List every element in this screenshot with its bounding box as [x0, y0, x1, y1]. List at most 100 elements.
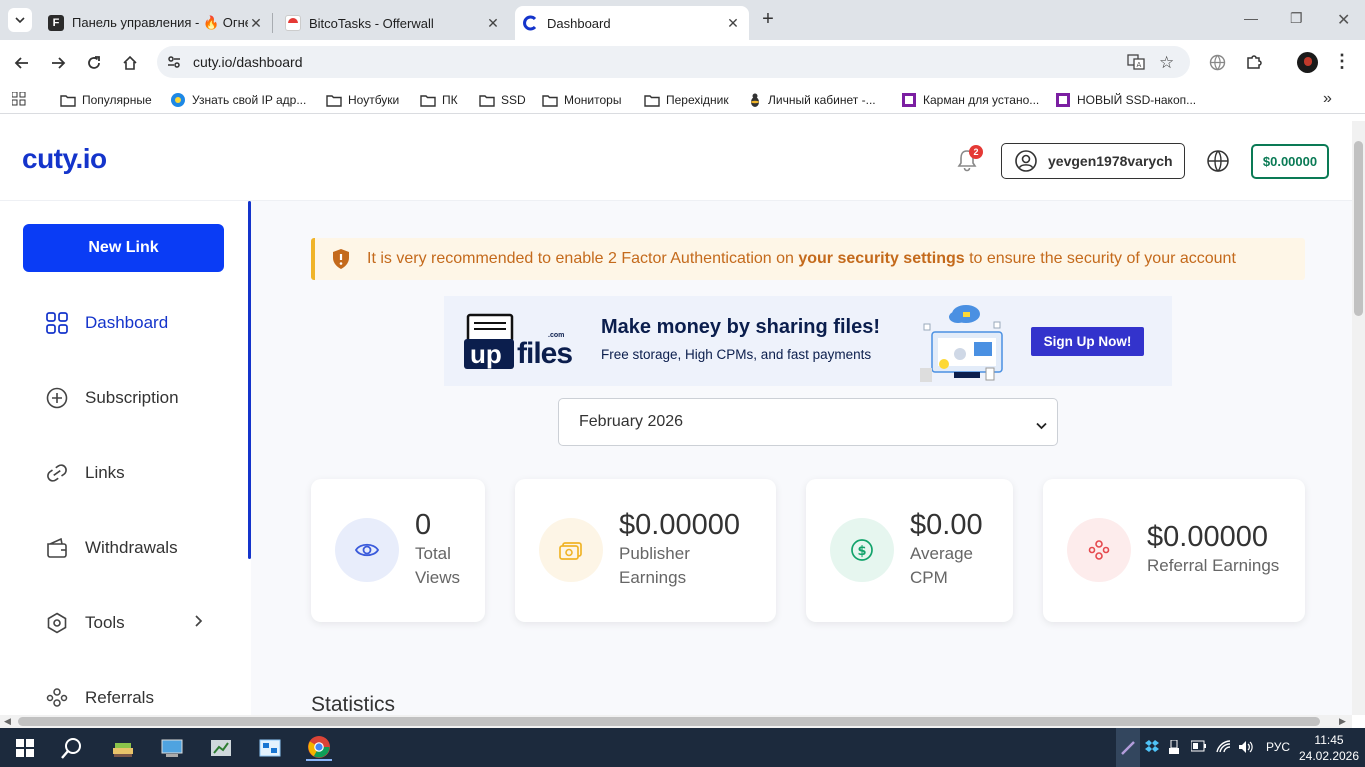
tray-pen-icon[interactable] — [1116, 728, 1140, 767]
forward-button[interactable] — [46, 51, 70, 75]
close-icon[interactable]: ✕ — [485, 15, 501, 31]
site-info-icon[interactable] — [166, 54, 182, 75]
bookmark-karman[interactable]: Карман для устано... — [901, 91, 1039, 109]
sidebar-item-withdrawals[interactable]: Withdrawals — [45, 533, 225, 563]
cuty-icon — [523, 15, 539, 31]
profile-avatar[interactable] — [1297, 52, 1318, 73]
url-text[interactable]: cuty.io/dashboard — [193, 54, 302, 70]
bookmark-ip[interactable]: Узнать свой IP адр... — [170, 91, 306, 109]
vertical-scroll-thumb[interactable] — [1354, 141, 1363, 316]
more-menu-icon[interactable]: ⋮ — [1333, 51, 1351, 72]
scroll-left-arrow-icon[interactable]: ◀ — [4, 716, 11, 727]
upfiles-logo: up files .com — [464, 313, 584, 376]
window-close-icon[interactable]: ✕ — [1337, 10, 1350, 30]
chrome-icon[interactable] — [306, 735, 332, 761]
tab-search-button[interactable] — [8, 8, 32, 32]
bitcotasks-icon — [285, 15, 301, 31]
new-tab-button[interactable]: + — [758, 9, 778, 30]
vertical-scrollbar[interactable] — [1352, 121, 1365, 715]
reload-button[interactable] — [82, 51, 106, 75]
extension-globe-icon[interactable] — [1209, 54, 1226, 76]
referral-icon — [1067, 518, 1131, 582]
folder-icon — [420, 94, 436, 107]
chevron-right-more-icon[interactable]: » — [1323, 90, 1332, 108]
eye-icon — [335, 518, 399, 582]
back-button[interactable] — [10, 51, 34, 75]
security-settings-link[interactable]: your security settings — [798, 250, 964, 267]
balance-button[interactable]: $0.00000 — [1251, 144, 1329, 179]
taskbar-app-network-icon[interactable] — [257, 735, 283, 761]
alert-text: It is very recommended to enable 2 Facto… — [367, 250, 1236, 267]
bookmark-pk[interactable]: ПК — [420, 91, 458, 109]
sidebar-item-links[interactable]: Links — [45, 458, 225, 488]
horizontal-scroll-thumb[interactable] — [18, 717, 1320, 726]
month-select[interactable]: February 2026 — [558, 398, 1058, 446]
chevron-down-icon — [15, 17, 25, 24]
sidebar-item-dashboard[interactable]: Dashboard — [45, 308, 225, 338]
signup-now-button[interactable]: Sign Up Now! — [1031, 327, 1144, 356]
bookmark-monitory[interactable]: Мониторы — [542, 91, 621, 109]
tab-title: BitcoTasks - Offerwall — [309, 15, 434, 31]
stat-card-publisher-earnings: $0.00000 Publisher Earnings — [515, 479, 776, 622]
tray-language[interactable]: РУС — [1266, 740, 1290, 754]
upfiles-ad-banner[interactable]: up files .com Make money by sharing file… — [444, 296, 1172, 386]
notifications-button[interactable]: 2 — [956, 145, 983, 174]
tab-bitcotasks[interactable]: BitcoTasks - Offerwall ✕ — [277, 6, 509, 40]
address-bar[interactable]: cuty.io/dashboard A ☆ — [157, 46, 1190, 78]
sidebar-item-tools[interactable]: Tools — [45, 608, 225, 638]
cloud-computer-illustration — [914, 302, 1014, 389]
windows-start-icon[interactable] — [12, 735, 38, 761]
translate-icon[interactable]: A — [1127, 54, 1145, 75]
stat-value: 0 — [415, 509, 432, 541]
restore-icon[interactable]: ❐ — [1290, 10, 1303, 27]
arrow-right-icon — [52, 57, 66, 69]
tray-usb-icon[interactable] — [1169, 739, 1179, 757]
home-button[interactable] — [118, 51, 142, 75]
scroll-right-arrow-icon[interactable]: ▶ — [1339, 716, 1346, 727]
taskbar-app-books-icon[interactable] — [110, 735, 136, 761]
bookmark-perekhidnyk[interactable]: Перехідник — [644, 91, 729, 109]
apps-grid-icon[interactable] — [11, 91, 26, 111]
tab-control-panel[interactable]: F Панель управления - 🔥 Огнеу ✕ — [40, 6, 272, 40]
close-icon[interactable]: ✕ — [248, 15, 264, 31]
stat-label: Referral Earnings — [1147, 556, 1280, 575]
tray-dropbox-icon[interactable] — [1145, 740, 1159, 755]
star-icon[interactable]: ☆ — [1159, 53, 1174, 73]
new-link-button[interactable]: New Link — [23, 224, 224, 272]
close-icon[interactable]: ✕ — [725, 15, 741, 31]
bookmark-populyarnye[interactable]: Популярные — [60, 91, 152, 109]
sidebar-item-referrals[interactable]: Referrals — [45, 683, 225, 713]
page-viewport: cuty.io 2 yevgen1978varych $0.00000 New … — [0, 121, 1352, 715]
stat-card-referral-earnings: $0.00000 Referral Earnings — [1043, 479, 1305, 622]
sidebar-item-subscription[interactable]: Subscription — [45, 383, 225, 413]
bookmark-noutbuki[interactable]: Ноутбуки — [326, 91, 399, 109]
tray-volume-icon[interactable] — [1238, 740, 1254, 757]
tab-title: Панель управления - 🔥 Огнеу — [72, 15, 248, 30]
user-menu-button[interactable]: yevgen1978varych — [1001, 143, 1185, 179]
users-icon — [45, 686, 69, 710]
bookmark-lichnyy-kabinet[interactable]: Личный кабинет -... — [748, 91, 876, 109]
tab-dashboard[interactable]: Dashboard ✕ — [515, 6, 749, 40]
taskbar-app-monitor-icon[interactable] — [159, 735, 185, 761]
extensions-puzzle-icon[interactable] — [1245, 53, 1263, 76]
cuty-logo[interactable]: cuty.io — [22, 143, 107, 175]
horizontal-scrollbar[interactable]: ◀ ▶ — [0, 715, 1352, 728]
folder-icon — [60, 94, 76, 107]
search-icon[interactable] — [59, 735, 85, 761]
tab-title: Dashboard — [547, 15, 611, 31]
shield-warning-icon — [331, 248, 351, 270]
purple-square-icon — [1055, 92, 1071, 108]
tray-battery-icon[interactable] — [1190, 740, 1207, 755]
language-button[interactable] — [1206, 149, 1230, 178]
bookmark-novyy-ssd[interactable]: НОВЫЙ SSD-накоп... — [1055, 91, 1196, 109]
tray-wifi-icon[interactable] — [1216, 740, 1232, 757]
folder-icon — [542, 94, 558, 107]
taskbar-app-chart-icon[interactable] — [208, 735, 234, 761]
tray-clock[interactable]: 11:45 24.02.2026 — [1298, 732, 1360, 764]
folder-icon — [479, 94, 495, 107]
minimize-icon[interactable]: — — [1244, 10, 1258, 26]
purple-square-icon — [901, 92, 917, 108]
bookmark-ssd[interactable]: SSD — [479, 91, 526, 109]
bookmarks-bar: Популярные Узнать свой IP адр... Ноутбук… — [0, 86, 1365, 114]
chevron-down-icon — [1036, 417, 1047, 435]
